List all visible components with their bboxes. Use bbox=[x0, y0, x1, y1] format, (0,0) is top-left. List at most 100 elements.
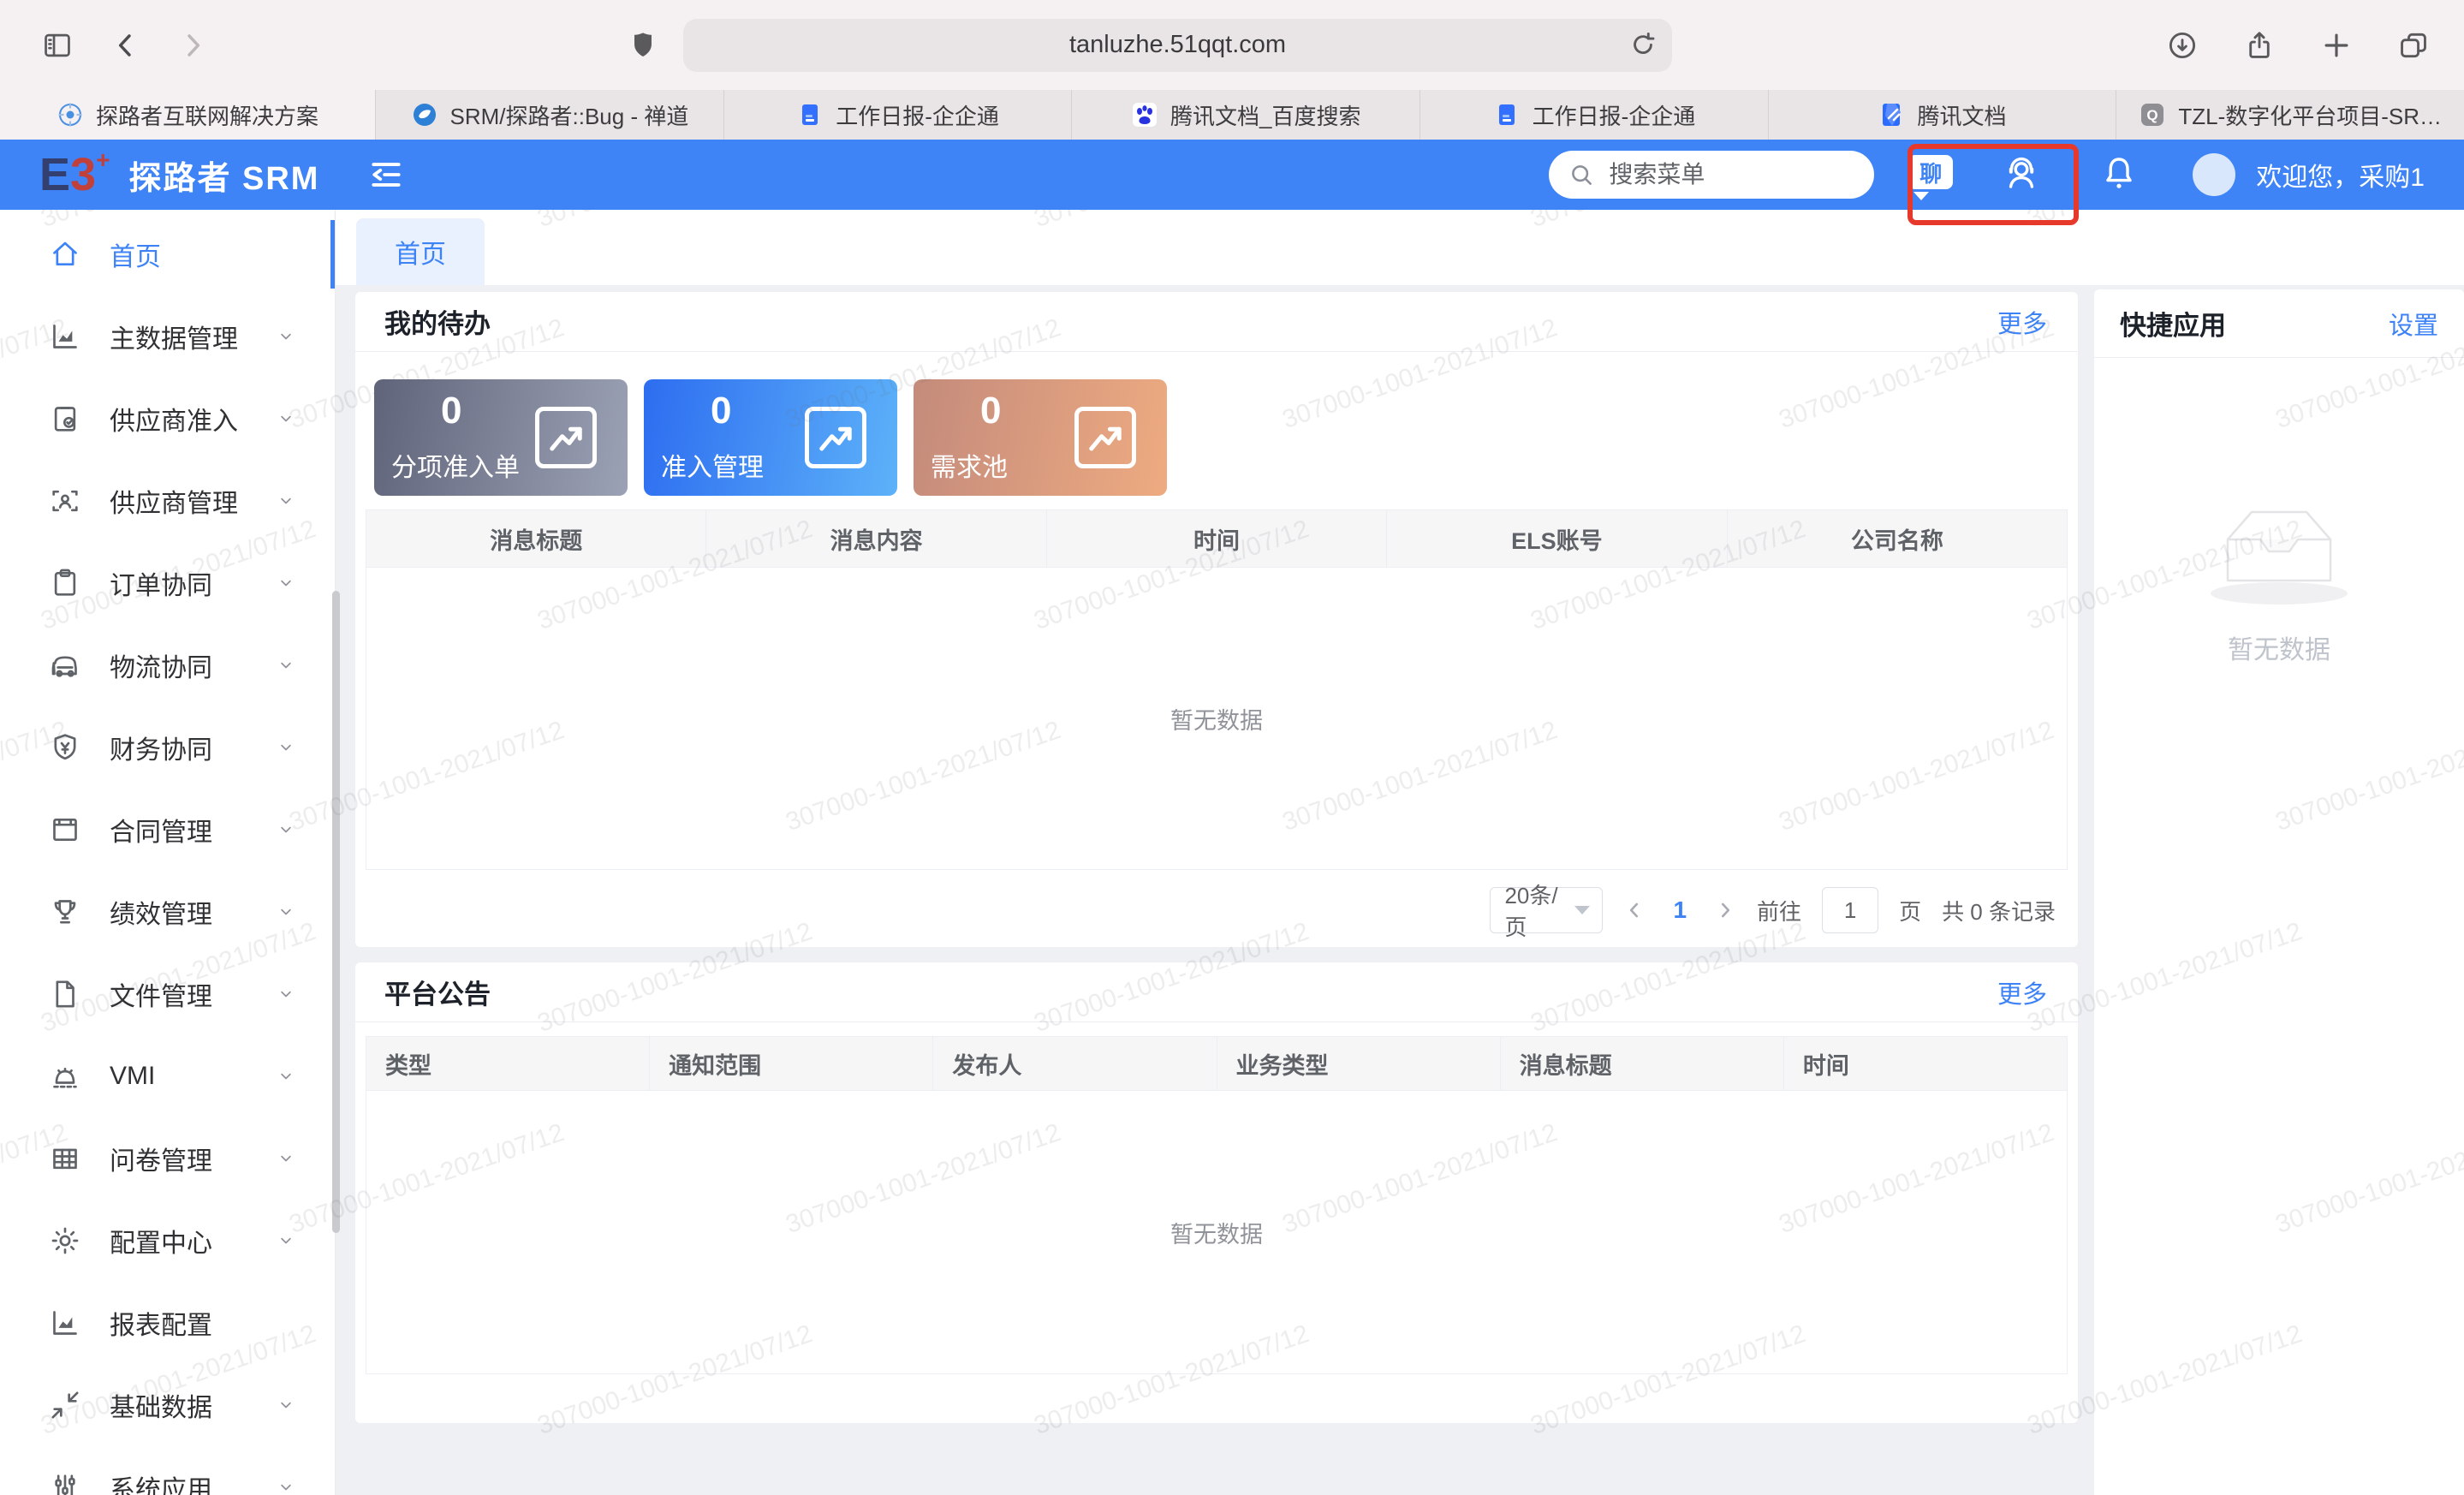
tab-home[interactable]: 首页 bbox=[356, 218, 485, 285]
browser-tab-1[interactable]: SRM/探路者::Bug - 禅道 bbox=[376, 90, 724, 140]
sidebar-item-label: 绩效管理 bbox=[110, 893, 212, 931]
report-icon bbox=[48, 1306, 82, 1340]
tanluzhe-favicon-icon bbox=[57, 101, 84, 128]
tab-overview-icon[interactable] bbox=[2397, 29, 2430, 62]
logo-plus: + bbox=[96, 148, 110, 172]
todo-table: 消息标题消息内容时间ELS账号公司名称 暂无数据 bbox=[366, 509, 2068, 870]
caret-down-icon bbox=[1574, 906, 1590, 914]
sidebar-item-master-data[interactable]: 主数据管理 bbox=[0, 295, 335, 378]
todo-column-header: 消息标题 bbox=[366, 510, 706, 567]
chat-icon[interactable]: 聊 bbox=[1908, 155, 1953, 194]
search-input[interactable] bbox=[1609, 161, 1848, 188]
logo-e: E bbox=[39, 152, 70, 198]
sidebar-item-supplier-mgmt[interactable]: 供应商管理 bbox=[0, 460, 335, 542]
notification-bell-icon[interactable] bbox=[2098, 152, 2140, 198]
app-header: E3+ 探路者 SRM 聊 欢迎您，采购1 bbox=[0, 140, 2464, 210]
browser-forward-icon[interactable] bbox=[176, 29, 209, 62]
notice-column-header: 通知范围 bbox=[650, 1037, 933, 1090]
customer-service-icon[interactable] bbox=[2001, 152, 2042, 198]
current-page[interactable]: 1 bbox=[1666, 896, 1693, 924]
stat-label: 准入管理 bbox=[661, 446, 764, 484]
notice-column-header: 时间 bbox=[1784, 1037, 2067, 1090]
sidebar-item-basic-data[interactable]: 基础数据 bbox=[0, 1364, 335, 1446]
sidebar-item-label: 配置中心 bbox=[110, 1222, 212, 1260]
sidebar-item-label: 供应商准入 bbox=[110, 400, 238, 438]
sidebar-item-home[interactable]: 首页 bbox=[0, 213, 335, 295]
stat-card-2[interactable]: 0需求池 bbox=[914, 379, 1167, 496]
browser-tab-4[interactable]: 工作日报-企企通 bbox=[1420, 90, 1769, 140]
downloads-icon[interactable] bbox=[2166, 29, 2199, 62]
browser-toolbar: tanluzhe.51qqt.com bbox=[0, 0, 2464, 90]
sidebar-item-finance[interactable]: 财务协同 bbox=[0, 706, 335, 789]
chevron-down-icon bbox=[275, 1394, 297, 1416]
sidebar-item-label: 基础数据 bbox=[110, 1386, 212, 1424]
sidebar-item-supplier-access[interactable]: 供应商准入 bbox=[0, 378, 335, 460]
stat-count: 0 bbox=[980, 390, 1001, 432]
sidebar-item-questionnaire[interactable]: 问卷管理 bbox=[0, 1117, 335, 1200]
sidebar-item-label: 供应商管理 bbox=[110, 482, 238, 520]
user-avatar[interactable] bbox=[2193, 153, 2235, 196]
browser-tab-2[interactable]: 工作日报-企企通 bbox=[724, 90, 1073, 140]
sidebar-item-file[interactable]: 文件管理 bbox=[0, 953, 335, 1035]
menu-search[interactable] bbox=[1549, 151, 1874, 199]
page-tab-strip: 首页 bbox=[336, 210, 2464, 285]
notice-more-link[interactable]: 更多 bbox=[1997, 974, 2047, 1010]
stat-card-1[interactable]: 0 准入管理 bbox=[644, 379, 897, 496]
qgrey-favicon-icon: Q bbox=[2139, 101, 2166, 128]
privacy-shield-icon[interactable] bbox=[627, 29, 659, 62]
sidebar-item-contract[interactable]: 合同管理 bbox=[0, 789, 335, 871]
empty-box-icon bbox=[2185, 486, 2373, 606]
sidebar-item-logistics[interactable]: 物流协同 bbox=[0, 624, 335, 706]
sidebar-item-label: 订单协同 bbox=[110, 564, 212, 602]
quick-apps-settings-link[interactable]: 设置 bbox=[2389, 306, 2438, 342]
sidebar-item-report[interactable]: 报表配置 bbox=[0, 1282, 335, 1364]
sidebar-item-vmi[interactable]: VMI bbox=[0, 1035, 335, 1117]
line-chart-icon bbox=[535, 407, 597, 468]
todo-stat-cards: 0分项准入单 0 准入管理 0需求池 bbox=[355, 352, 2078, 496]
new-tab-icon[interactable] bbox=[2320, 29, 2353, 62]
browser-sidebar-icon[interactable] bbox=[41, 29, 74, 62]
sidebar-item-order[interactable]: 订单协同 bbox=[0, 542, 335, 624]
chevron-down-icon bbox=[275, 1230, 297, 1252]
supplier-mgmt-icon bbox=[48, 484, 82, 518]
browser-tab-5[interactable]: 腾讯文档 bbox=[1769, 90, 2117, 140]
sidebar-item-config[interactable]: 配置中心 bbox=[0, 1200, 335, 1282]
todo-column-header: 时间 bbox=[1047, 510, 1387, 567]
stat-card-0[interactable]: 0分项准入单 bbox=[374, 379, 628, 496]
browser-tab-3[interactable]: 腾讯文档_百度搜索 bbox=[1072, 90, 1420, 140]
pagination: 20条/页 1 前往 页 共 0 条记录 bbox=[355, 887, 2056, 933]
performance-icon bbox=[48, 895, 82, 929]
next-page-icon[interactable] bbox=[1714, 899, 1736, 921]
browser-tab-0[interactable]: 探路者互联网解决方案 bbox=[0, 90, 376, 140]
reload-icon[interactable] bbox=[1628, 29, 1658, 60]
chevron-down-icon bbox=[275, 1147, 297, 1170]
chevron-down-icon bbox=[275, 736, 297, 759]
address-bar[interactable]: tanluzhe.51qqt.com bbox=[683, 19, 1672, 72]
todo-column-header: ELS账号 bbox=[1387, 510, 1727, 567]
sidebar-item-label: 报表配置 bbox=[110, 1304, 212, 1342]
home-icon bbox=[48, 237, 82, 271]
notice-column-header: 发布人 bbox=[933, 1037, 1217, 1090]
sidebar-item-system[interactable]: 系统应用 bbox=[0, 1446, 335, 1495]
browser-tab-6[interactable]: QTZL-数字化平台项目-SR… bbox=[2116, 90, 2464, 140]
todo-more-link[interactable]: 更多 bbox=[1997, 304, 2047, 340]
collapse-menu-icon[interactable] bbox=[367, 156, 405, 194]
bluedoc-favicon-icon bbox=[796, 101, 824, 128]
chevron-down-icon bbox=[275, 654, 297, 676]
page-size-select[interactable]: 20条/页 bbox=[1490, 887, 1603, 933]
notice-column-header: 业务类型 bbox=[1217, 1037, 1501, 1090]
share-icon[interactable] bbox=[2243, 29, 2276, 62]
vmi-icon bbox=[48, 1059, 82, 1093]
prev-page-icon[interactable] bbox=[1623, 899, 1646, 921]
stat-count: 0 bbox=[711, 390, 731, 432]
sidebar-item-performance[interactable]: 绩效管理 bbox=[0, 871, 335, 953]
notice-section: 平台公告 更多 类型通知范围发布人业务类型消息标题时间 暂无数据 bbox=[355, 962, 2078, 1423]
goto-page-input[interactable] bbox=[1822, 887, 1878, 933]
chevron-down-icon bbox=[275, 983, 297, 1005]
sidebar-item-label: 首页 bbox=[110, 235, 161, 273]
sidebar-scrollbar[interactable] bbox=[332, 591, 340, 1233]
page-unit: 页 bbox=[1899, 895, 1921, 926]
logistics-icon bbox=[48, 648, 82, 682]
zentao-favicon-icon bbox=[411, 101, 438, 128]
browser-back-icon[interactable] bbox=[110, 29, 142, 62]
